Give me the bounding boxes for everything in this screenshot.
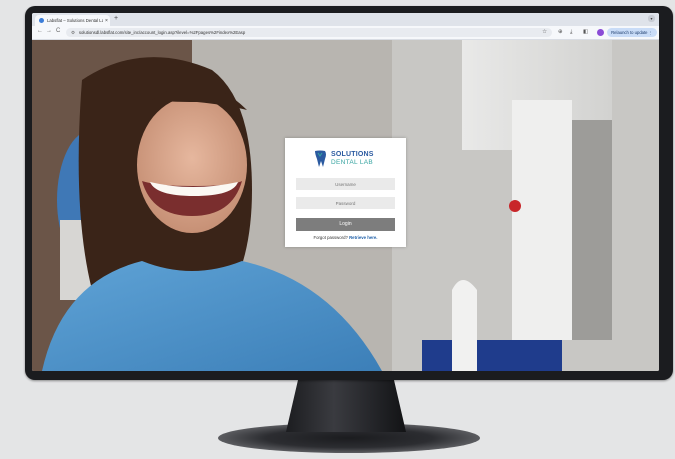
download-icon[interactable]: ⤓ — [570, 29, 572, 36]
username-input[interactable] — [296, 178, 395, 190]
solutions-dental-lab-logo: SOLUTIONS DENTAL LAB — [311, 148, 381, 172]
tab-title: Labsflat – Solutions Dental Lab — [47, 18, 103, 23]
forgot-password-line: Forgot password? Retrieve here. — [285, 235, 406, 240]
tab-search-dropdown-icon[interactable]: ▾ — [648, 15, 655, 22]
forward-button[interactable]: → — [46, 28, 52, 34]
browser-window: Labsflat – Solutions Dental Lab × + ▾ ← … — [32, 13, 659, 371]
relaunch-button[interactable]: Relaunch to update ⋮ — [607, 28, 657, 37]
close-tab-icon[interactable]: × — [105, 18, 108, 24]
star-icon[interactable]: ☆ — [542, 28, 547, 37]
monitor-bezel: Labsflat – Solutions Dental Lab × + ▾ ← … — [25, 6, 673, 380]
extensions-icon[interactable]: ⊕ — [558, 29, 563, 35]
page-content: SOLUTIONS DENTAL LAB Login Forgot passwo… — [32, 40, 659, 371]
browser-toolbar: ← → C ⚙ solutionsdl.labsflat.com/site_inc… — [32, 26, 659, 40]
retrieve-password-link[interactable]: Retrieve here. — [349, 235, 377, 240]
address-bar[interactable]: ⚙ solutionsdl.labsflat.com/site_inc/accou… — [66, 28, 552, 37]
tune-icon[interactable]: ⚙ — [71, 28, 75, 37]
url-text: solutionsdl.labsflat.com/site_inc/accoun… — [78, 30, 246, 35]
brand-name: SOLUTIONS — [331, 151, 374, 158]
login-panel: SOLUTIONS DENTAL LAB Login Forgot passwo… — [285, 138, 406, 247]
login-button[interactable]: Login — [296, 218, 395, 231]
monitor-stand-neck — [286, 380, 406, 432]
new-tab-button[interactable]: + — [114, 15, 118, 22]
forgot-password-text: Forgot password? — [313, 235, 348, 240]
tab-active[interactable]: Labsflat – Solutions Dental Lab × — [35, 15, 110, 26]
brand-subtitle: DENTAL LAB — [331, 159, 374, 166]
back-button[interactable]: ← — [37, 28, 43, 34]
tooth-logo-icon — [315, 150, 326, 167]
reload-button[interactable]: C — [56, 28, 60, 34]
sidepanel-icon[interactable]: ◧ — [583, 29, 588, 35]
profile-avatar[interactable] — [597, 29, 604, 36]
password-input[interactable] — [296, 197, 395, 209]
tab-strip: Labsflat – Solutions Dental Lab × + ▾ — [32, 13, 659, 26]
site-favicon-icon — [39, 18, 44, 23]
